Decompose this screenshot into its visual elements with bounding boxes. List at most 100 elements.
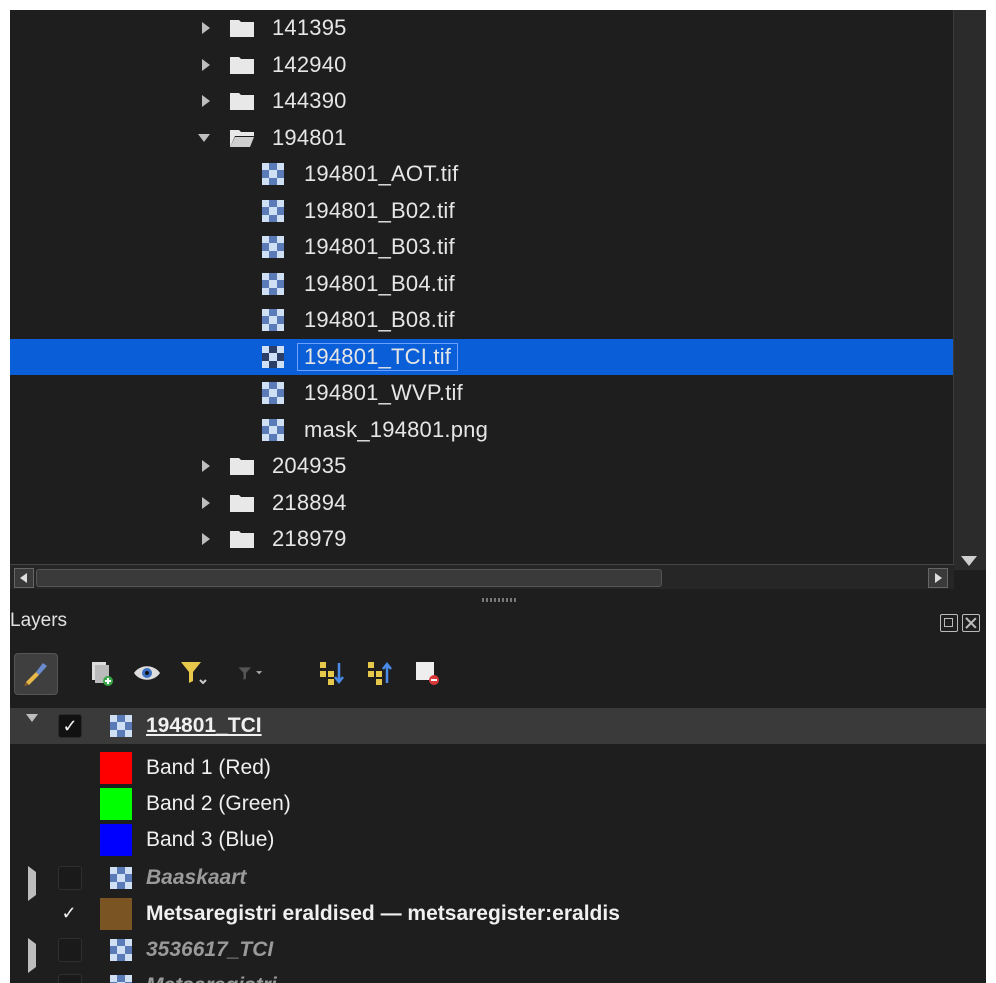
- raster-icon: [262, 345, 284, 368]
- tree-item-raster[interactable]: 194801_WVP.tif: [10, 375, 954, 412]
- layer-name: 194801_TCI: [146, 714, 262, 737]
- band-legend-item: Band 3 (Blue): [10, 822, 986, 858]
- tree-item-raster[interactable]: 194801_B02.tif: [10, 193, 954, 230]
- tree-item-label: mask_194801.png: [304, 416, 489, 442]
- tree-item-raster[interactable]: 194801_AOT.tif: [10, 156, 954, 193]
- band-label: Band 3 (Blue): [146, 828, 275, 851]
- layers-toolbar: [10, 648, 986, 700]
- raster-icon: [262, 236, 284, 259]
- folder-icon: [230, 494, 254, 512]
- vertical-scrollbar[interactable]: [953, 10, 986, 570]
- add-group-button[interactable]: [86, 658, 116, 688]
- collapse-arrow-icon[interactable]: [198, 132, 210, 144]
- layer-item[interactable]: Baaskaart: [10, 860, 986, 901]
- horizontal-scrollbar[interactable]: [10, 564, 954, 589]
- raster-icon: [262, 272, 284, 295]
- style-manager-button[interactable]: [14, 653, 58, 695]
- add-group-icon: [92, 662, 113, 686]
- expand-arrow-icon[interactable]: [200, 95, 212, 108]
- remove-layer-button[interactable]: [412, 658, 442, 688]
- filter-legend-button[interactable]: [178, 658, 208, 688]
- band-legend-item: Band 1 (Red): [10, 750, 986, 786]
- tree-item-label: 194801_B03.tif: [304, 234, 455, 260]
- raster-layer-icon: [110, 939, 132, 961]
- tree-item-folder[interactable]: 141395: [10, 10, 954, 47]
- folder-icon: [230, 56, 254, 74]
- tree-item-folder[interactable]: 204935: [10, 448, 954, 485]
- tree-item-folder[interactable]: 218894: [10, 485, 954, 522]
- layer-item-current[interactable]: ✓ 194801_TCI: [10, 708, 986, 746]
- close-panel-icon[interactable]: [962, 614, 980, 632]
- folder-icon: [230, 531, 254, 549]
- band-legend-item: Band 2 (Green): [10, 786, 986, 822]
- tree-item-folder[interactable]: 142940: [10, 47, 954, 84]
- expand-arrow-icon[interactable]: [200, 22, 212, 35]
- expand-arrow-icon[interactable]: [200, 460, 212, 473]
- browser-panel: output_bdata 141395 142940 144390: [10, 10, 986, 590]
- expand-arrow-icon[interactable]: [28, 938, 36, 973]
- tree-item-label: 141395: [272, 15, 347, 41]
- browser-tree[interactable]: output_bdata 141395 142940 144390: [10, 10, 954, 558]
- scroll-down-icon[interactable]: [961, 556, 977, 566]
- scroll-right-button[interactable]: [928, 568, 948, 588]
- raster-icon: [262, 418, 284, 441]
- layer-visibility-checkbox[interactable]: [58, 866, 82, 890]
- raster-icon: [262, 199, 284, 222]
- expand-arrow-icon[interactable]: [200, 533, 212, 546]
- tree-item-label: 194801: [272, 124, 347, 150]
- collapse-all-button[interactable]: [364, 658, 394, 688]
- raster-icon: [262, 382, 284, 405]
- remove-layer-icon: [416, 662, 439, 685]
- layer-visibility-checkbox[interactable]: ✓: [58, 714, 82, 738]
- float-panel-icon[interactable]: [940, 614, 958, 632]
- filter-expression-button: [236, 658, 266, 688]
- raster-layer-icon: [110, 975, 132, 983]
- layer-name: Metsaregistri eraldised — metsaregister:…: [146, 902, 620, 925]
- open-folder-icon: [230, 129, 254, 147]
- expand-all-icon: [320, 662, 344, 685]
- scroll-left-button[interactable]: [14, 568, 34, 588]
- raster-layer-icon: [110, 715, 132, 737]
- layers-panel-title: Layers: [10, 610, 68, 631]
- tree-item-label: 194801_B08.tif: [304, 307, 455, 333]
- qgis-panels: output_bdata 141395 142940 144390: [10, 10, 986, 983]
- layer-name: Metsaregistri: [146, 974, 277, 983]
- expand-arrow-icon[interactable]: [200, 58, 212, 71]
- tree-item-raster[interactable]: 194801_B04.tif: [10, 266, 954, 303]
- tree-item-raster[interactable]: 194801_B08.tif: [10, 302, 954, 339]
- expand-arrow-icon[interactable]: [28, 866, 36, 901]
- layer-name: Baaskaart: [146, 866, 247, 889]
- tree-item-raster[interactable]: mask_194801.png: [10, 412, 954, 449]
- layer-item[interactable]: 3536617_TCI: [10, 932, 986, 973]
- band-color-swatch: [100, 824, 132, 856]
- collapse-all-icon: [368, 661, 392, 685]
- layer-item[interactable]: ✓ Metsaregistri eraldised — metsaregiste…: [10, 896, 986, 932]
- scrollbar-thumb[interactable]: [36, 569, 662, 587]
- raster-icon: [262, 309, 284, 332]
- layer-visibility-checkbox[interactable]: [58, 974, 82, 983]
- expand-arrow-icon[interactable]: [200, 496, 212, 509]
- panel-splitter-handle[interactable]: [482, 598, 516, 602]
- band-label: Band 2 (Green): [146, 792, 291, 815]
- tree-item-raster[interactable]: 194801_B03.tif: [10, 229, 954, 266]
- tree-item-folder[interactable]: 218979: [10, 521, 954, 558]
- tree-item-raster-selected[interactable]: 194801_TCI.tif: [10, 338, 954, 375]
- layer-item-partial[interactable]: Metsaregistri: [10, 968, 986, 983]
- folder-icon: [230, 20, 254, 38]
- tree-item-label: 194801_WVP.tif: [304, 380, 463, 406]
- layer-visibility-checkbox[interactable]: ✓: [58, 902, 80, 924]
- tree-item-label: 218979: [272, 526, 347, 552]
- tree-item-label: 194801_B02.tif: [304, 197, 455, 223]
- vector-layer-swatch: [100, 898, 132, 930]
- raster-layer-icon: [110, 867, 132, 889]
- collapse-arrow-icon[interactable]: [26, 714, 38, 746]
- tree-item-label: 142940: [272, 51, 347, 77]
- style-manager-icon: [24, 663, 47, 686]
- visibility-button[interactable]: [132, 658, 162, 688]
- tree-item-folder[interactable]: 144390: [10, 83, 954, 120]
- layer-name: 3536617_TCI: [146, 938, 274, 961]
- tree-item-folder-open[interactable]: 194801: [10, 120, 954, 157]
- layer-visibility-checkbox[interactable]: [58, 938, 82, 962]
- filter-expression-icon: [238, 667, 263, 680]
- expand-all-button[interactable]: [316, 658, 346, 688]
